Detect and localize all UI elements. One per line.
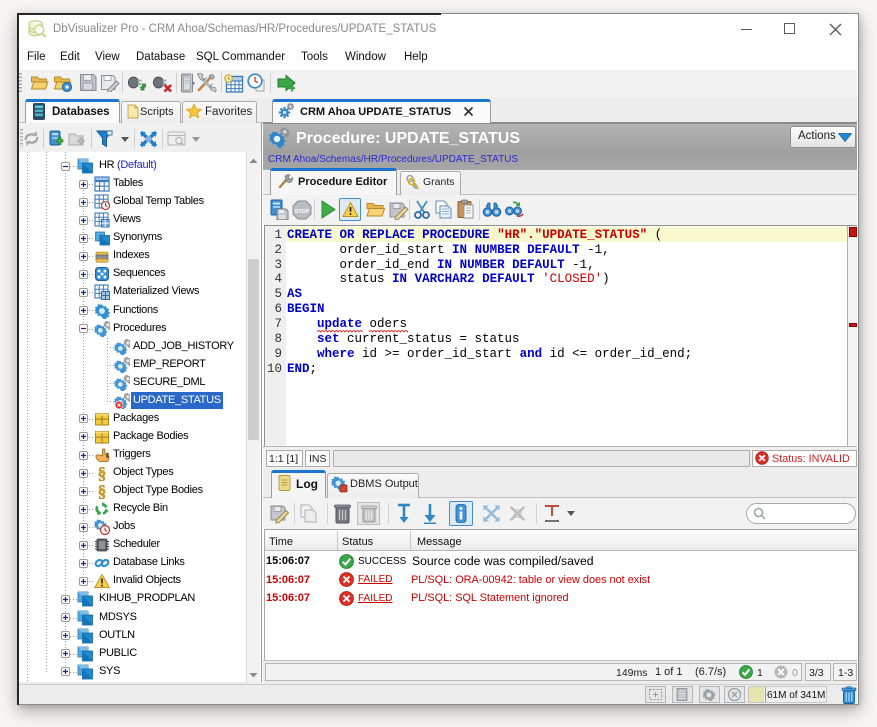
svg-text:STOP: STOP [295, 209, 310, 215]
